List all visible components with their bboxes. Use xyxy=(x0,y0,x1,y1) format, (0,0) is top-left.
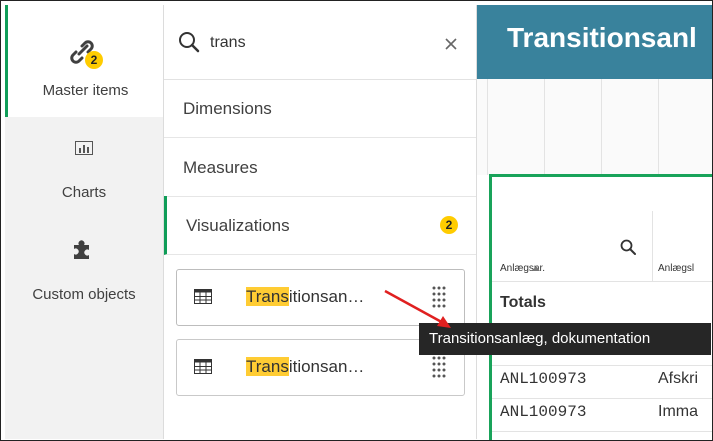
visualization-item-name-rest: itionsan… xyxy=(288,357,365,376)
row-divider xyxy=(492,398,712,399)
search-icon xyxy=(178,31,200,53)
table-cell: Imma xyxy=(658,403,698,420)
category-visualizations-label: Visualizations xyxy=(186,216,290,235)
search-bar[interactable]: trans xyxy=(164,5,476,80)
category-measures[interactable]: Measures xyxy=(164,138,476,197)
category-dimensions[interactable]: Dimensions xyxy=(164,79,476,138)
search-match-highlight: Trans xyxy=(246,287,289,306)
master-items-badge: 2 xyxy=(85,51,103,69)
column-header-anlaegsbeskrivelse[interactable]: Anlægsl xyxy=(658,263,694,274)
annotation-arrow-icon xyxy=(384,289,451,328)
assets-nav: 2 Master items Charts Custom objects xyxy=(5,5,164,439)
sheet-canvas: Transitionsanl Anlægsnr. Anlægsl Totals … xyxy=(477,5,712,440)
table-cell: ANL100973 xyxy=(500,403,587,421)
nav-charts[interactable]: Charts xyxy=(5,125,163,205)
nav-custom-objects-label: Custom objects xyxy=(32,286,136,303)
category-measures-label: Measures xyxy=(183,158,258,177)
search-icon[interactable] xyxy=(620,239,636,255)
puzzle-icon xyxy=(71,237,95,261)
visualization-item-name-rest: itionsan… xyxy=(288,287,365,306)
totals-label: Totals xyxy=(500,294,546,311)
table-cell: ANL100973 xyxy=(500,370,587,388)
item-tooltip: Transitionsanlæg, dokumentation xyxy=(419,323,711,355)
table-icon xyxy=(194,289,212,304)
close-icon[interactable] xyxy=(444,37,458,51)
visualization-item-name: Transitionsan… xyxy=(246,287,364,307)
bar-chart-icon xyxy=(75,141,93,155)
visualizations-count-badge: 2 xyxy=(440,216,458,234)
table-icon xyxy=(194,359,212,374)
sheet-title: Transitionsanl xyxy=(507,22,697,53)
sheet-title-bar: Transitionsanl xyxy=(477,5,712,79)
search-input[interactable]: trans xyxy=(210,34,246,52)
app-frame: 2 Master items Charts Custom objects tra… xyxy=(0,0,713,441)
category-dimensions-label: Dimensions xyxy=(183,99,272,118)
category-visualizations[interactable]: Visualizations 2 xyxy=(164,196,476,255)
search-match-highlight: Trans xyxy=(246,357,289,376)
nav-master-items[interactable]: 2 Master items xyxy=(5,5,163,117)
nav-custom-objects[interactable]: Custom objects xyxy=(5,235,163,315)
row-divider xyxy=(492,431,712,432)
row-divider xyxy=(492,365,712,366)
nav-charts-label: Charts xyxy=(61,184,107,201)
sort-ascending-icon xyxy=(532,258,540,271)
visualization-item-name: Transitionsan… xyxy=(246,357,364,377)
row-divider xyxy=(492,281,712,282)
assets-panel: trans Dimensions Measures Visualizations… xyxy=(164,5,477,439)
table-object[interactable]: Anlægsnr. Anlægsl Totals ANL100973 Afskr… xyxy=(489,174,712,440)
drag-handle-icon[interactable] xyxy=(432,356,446,378)
nav-master-items-label: Master items xyxy=(42,82,129,99)
sheet-grid xyxy=(477,79,712,175)
table-header-divider xyxy=(652,211,653,281)
table-cell: Afskri xyxy=(658,370,698,387)
